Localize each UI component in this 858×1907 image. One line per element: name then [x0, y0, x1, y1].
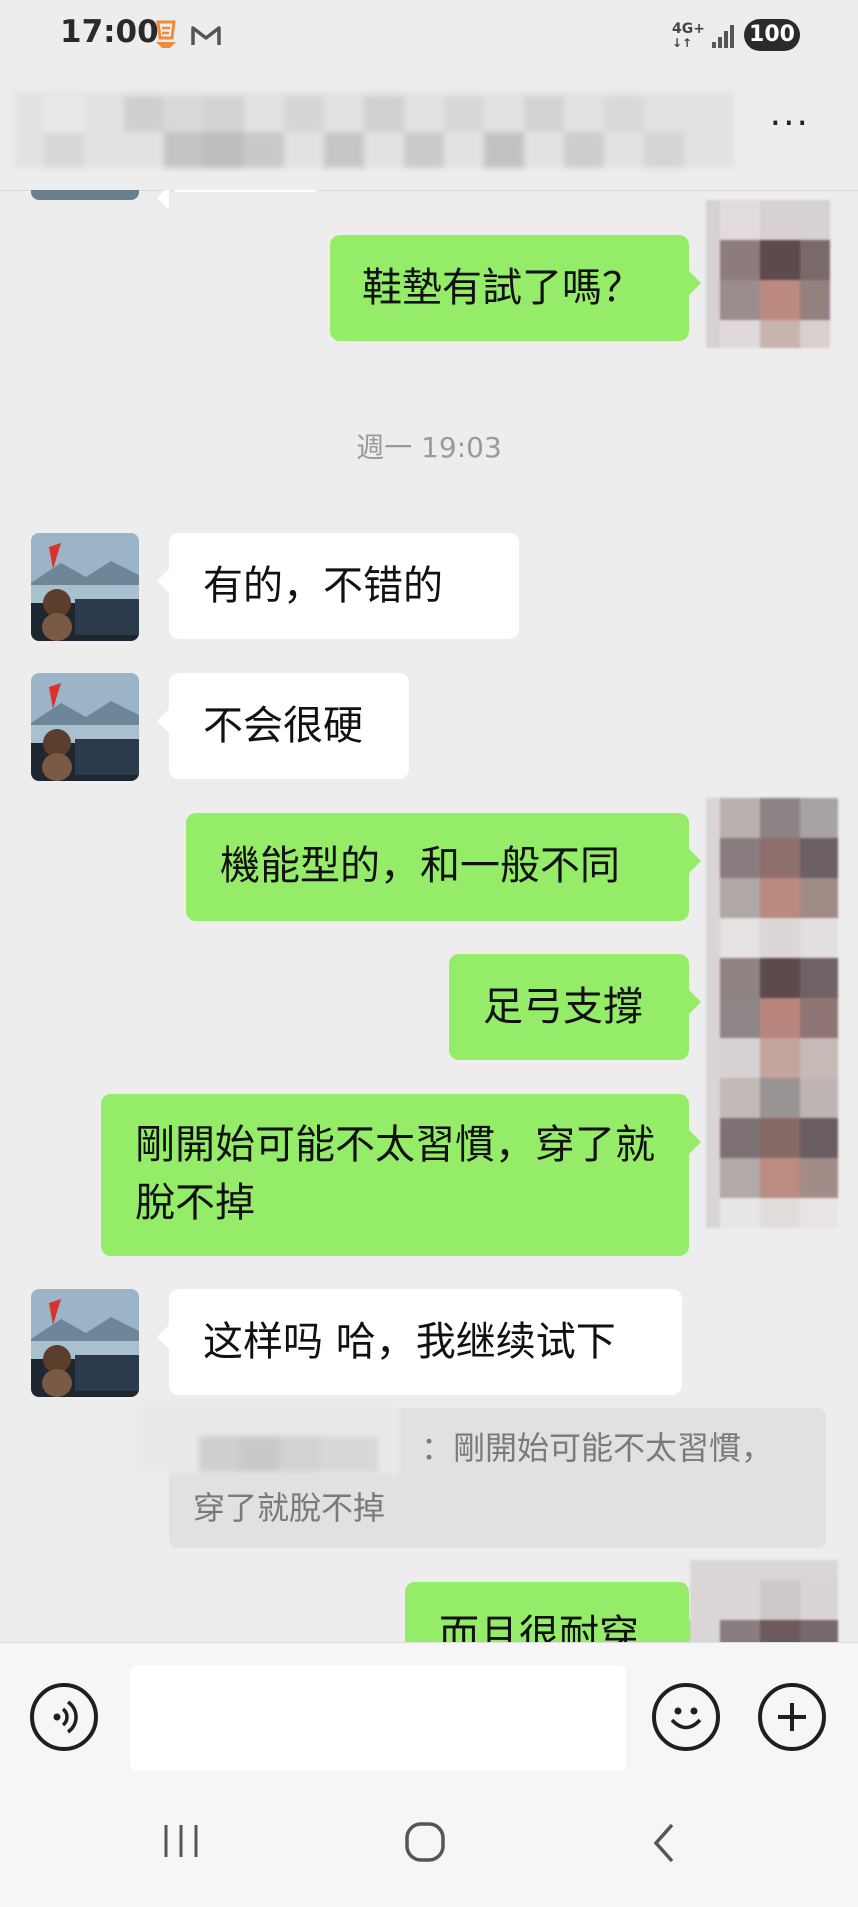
quoted-sender-pixelated [139, 1404, 399, 1474]
message-bubble-received[interactable]: 不会很硬 [157, 673, 409, 779]
back-icon[interactable] [650, 1821, 680, 1865]
message-bubble-sent[interactable]: 鞋墊有試了嗎？ [330, 235, 701, 341]
voice-icon [53, 1700, 78, 1734]
app-notification-icon [156, 20, 176, 48]
quoted-message[interactable]: ：剛開始可能不太習慣，穿了就脫不掉 [139, 1404, 826, 1548]
message-bubble-sent[interactable]: 機能型的，和一般不同 [186, 813, 701, 921]
system-navigation-bar [0, 1777, 858, 1907]
contact-avatar[interactable] [31, 673, 139, 781]
network-type-icon: 4G+ ↓↑ [672, 21, 705, 50]
contact-avatar[interactable] [31, 1289, 139, 1397]
avatar-image [31, 190, 139, 200]
own-avatar-image [690, 1560, 838, 1642]
more-options-button[interactable]: ··· [770, 106, 810, 142]
chat-message-list[interactable]: 鞋墊有試了嗎？ 週一 19:03 有的，不错的 不会很硬 機能型的，和一般不同 … [0, 190, 858, 1642]
contact-avatar[interactable] [31, 533, 139, 641]
message-bubble-received[interactable] [157, 190, 322, 210]
own-avatar-pixelated[interactable] [706, 200, 830, 348]
recents-icon[interactable] [158, 1821, 204, 1861]
emoji-button[interactable] [652, 1683, 720, 1751]
mail-icon [191, 26, 221, 45]
own-avatar-pixelated[interactable] [706, 798, 838, 1228]
battery-icon: 100 [744, 19, 800, 51]
status-bar: 17:00 4G+ ↓↑ 100 [0, 0, 858, 74]
signal-icon [712, 25, 734, 48]
message-bubble-sent[interactable]: 足弓支撐 [449, 954, 701, 1060]
plus-button[interactable] [758, 1683, 826, 1751]
chat-header: ··· [0, 74, 858, 191]
home-icon[interactable] [404, 1821, 446, 1863]
message-bubble-sent[interactable]: 剛開始可能不太習慣，穿了就脫不掉 [101, 1094, 701, 1256]
emoji-icon [670, 1707, 702, 1730]
own-avatar-image [706, 798, 838, 1228]
voice-button[interactable] [30, 1683, 98, 1751]
contact-avatar[interactable] [31, 190, 139, 200]
avatar-image [31, 673, 139, 781]
message-bubble-received[interactable]: 有的，不错的 [157, 533, 519, 639]
status-time: 17:00 [60, 14, 159, 50]
message-input[interactable] [130, 1665, 626, 1771]
avatar-image [31, 533, 139, 641]
message-timestamp: 週一 19:03 [356, 431, 502, 464]
chat-title-pixelated [14, 92, 734, 168]
chat-input-bar [0, 1642, 858, 1778]
plus-icon [778, 1703, 806, 1731]
own-avatar-pixelated[interactable] [690, 1560, 838, 1642]
avatar-image [31, 1289, 139, 1397]
message-bubble-sent[interactable]: 而且很耐穿 [405, 1582, 701, 1642]
own-avatar-image [706, 200, 830, 348]
message-bubble-received[interactable]: 这样吗 哈，我继续试下 [157, 1289, 682, 1395]
